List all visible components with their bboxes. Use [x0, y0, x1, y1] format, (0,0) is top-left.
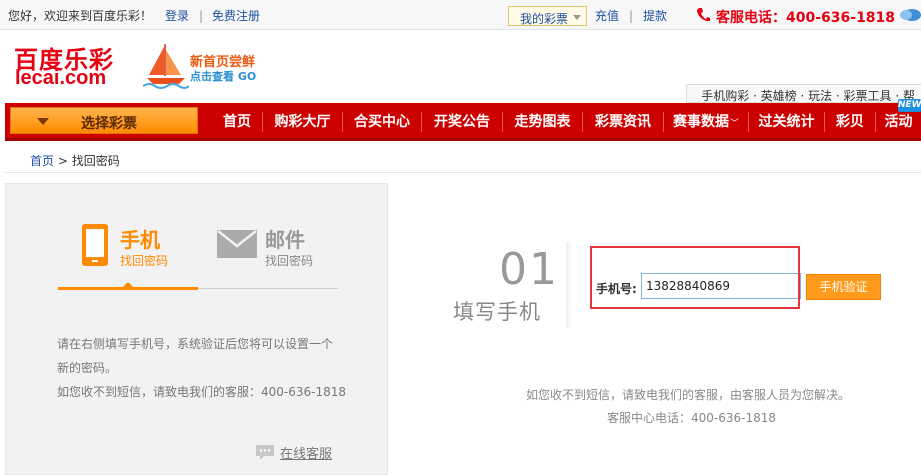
chevron-down-icon: ﹀: [729, 119, 739, 129]
withdraw-link[interactable]: 提款: [643, 9, 667, 23]
phone-handset-icon: [697, 8, 710, 22]
tab-email[interactable]: 邮件: [265, 224, 305, 253]
sailboat-icon[interactable]: [143, 42, 189, 90]
nav-item-lobby[interactable]: 购彩大厅: [263, 103, 342, 141]
select-lottery-button[interactable]: 选择彩票: [10, 107, 198, 134]
envelope-icon[interactable]: [217, 230, 257, 258]
nav-item-caibei[interactable]: 彩贝: [825, 103, 875, 141]
logo-domain[interactable]: lecai.com: [15, 67, 106, 90]
tab-phone[interactable]: 手机: [120, 224, 160, 253]
nav-item-match-data-label: 赛事数据: [672, 114, 729, 130]
nav-item-parlay-stats[interactable]: 过关统计: [749, 103, 824, 141]
tab-active-indicator: [58, 287, 198, 290]
my-lottery-label: 我的彩票: [520, 12, 569, 26]
new-badge: NEW: [898, 99, 921, 112]
sms-help-text: 如您收不到短信，请致电我们的客服：400-636-1818: [57, 385, 347, 399]
instruction-text: 新的密码。: [57, 361, 118, 375]
tab-phone-subtitle[interactable]: 找回密码: [120, 252, 168, 269]
promo-cta[interactable]: 点击查看 GO: [190, 68, 256, 84]
divider: [5, 172, 921, 173]
quick-links[interactable]: 手机购彩 · 英雄榜 · 玩法 · 彩票工具 · 帮: [686, 84, 921, 103]
chat-bubble-icon[interactable]: [255, 444, 275, 461]
divider: |: [199, 9, 204, 23]
caret-down-icon: [37, 118, 49, 125]
nav-item-news[interactable]: 彩票资讯: [583, 103, 663, 141]
method-panel: [5, 183, 388, 475]
step-title: 填写手机: [453, 300, 541, 324]
select-lottery-label: 选择彩票: [81, 116, 137, 132]
breadcrumb: 首页 > 找回密码: [30, 152, 120, 169]
service-phone-text: 客服中心电话：400-636-1818: [607, 411, 777, 425]
login-link[interactable]: 登录: [165, 9, 189, 23]
nav-item-home[interactable]: 首页: [211, 103, 263, 141]
help-text: 如您收不到短信，请致电我们的客服，由客服人员为您解决。: [526, 388, 851, 402]
tab-pointer: [123, 282, 133, 287]
tab-underline: [198, 288, 338, 289]
divider: |: [629, 9, 634, 23]
breadcrumb-current: 找回密码: [71, 154, 120, 168]
feedback-icon[interactable]: [899, 7, 921, 23]
nav-item-results[interactable]: 开奖公告: [422, 103, 502, 141]
divider: [566, 242, 572, 328]
step-number: 01: [499, 244, 559, 295]
breadcrumb-home-link[interactable]: 首页: [30, 154, 54, 168]
online-service-link[interactable]: 在线客服: [280, 443, 332, 462]
my-lottery-dropdown[interactable]: 我的彩票: [508, 6, 587, 26]
nav-item-match-data[interactable]: 赛事数据﹀: [664, 103, 748, 141]
chevron-down-icon: [573, 15, 581, 20]
nav-item-group-buy[interactable]: 合买中心: [343, 103, 421, 141]
register-link[interactable]: 免费注册: [212, 9, 260, 23]
tab-email-subtitle[interactable]: 找回密码: [265, 252, 313, 269]
phone-number-label: 手机号:: [596, 282, 637, 296]
main-nav: 选择彩票 首页 购彩大厅 合买中心 开奖公告 走势图表 彩票资讯 赛事数据﹀ 过…: [5, 103, 921, 141]
welcome-text: 您好，欢迎来到百度乐彩！: [8, 9, 153, 23]
nav-item-trends[interactable]: 走势图表: [503, 103, 582, 141]
phone-number-input[interactable]: [641, 273, 801, 299]
hotline-text: 客服电话：400-636-1818: [716, 10, 896, 26]
top-bar: 您好，欢迎来到百度乐彩！ 登录 | 免费注册 我的彩票 充值 | 提款 客服电话…: [0, 0, 921, 30]
recharge-link[interactable]: 充值: [595, 9, 619, 23]
instruction-text: 请在右侧填写手机号，系统验证后您将可以设置一个: [57, 337, 334, 351]
breadcrumb-separator: >: [57, 154, 68, 168]
phone-verify-button[interactable]: 手机验证: [806, 274, 881, 300]
mobile-phone-icon[interactable]: [81, 223, 109, 267]
